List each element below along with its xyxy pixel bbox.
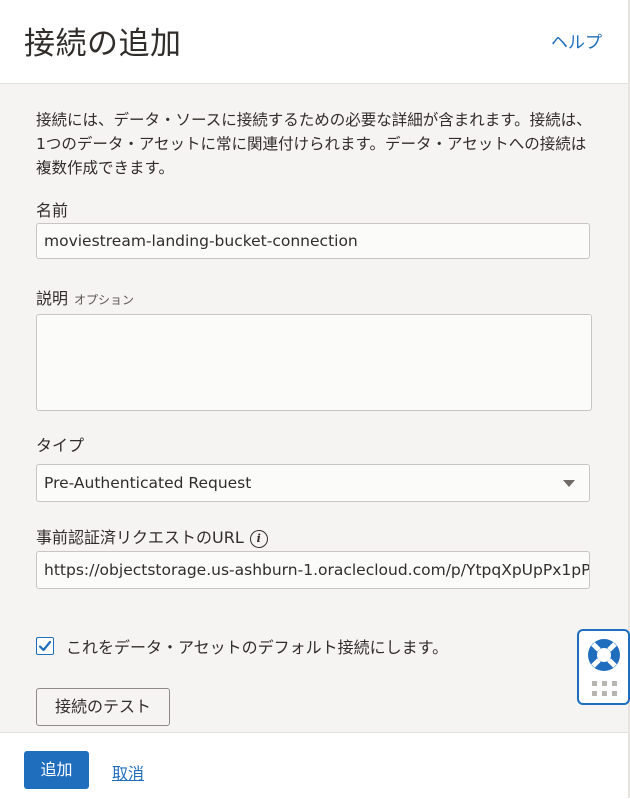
description-label-text: 説明 (36, 289, 69, 308)
type-select[interactable]: Pre-Authenticated Request (36, 464, 590, 502)
form-description: 接続には、データ・ソースに接続するための必要な詳細が含まれます。接続は、1つのデ… (36, 111, 592, 177)
panel-footer: 追加 取消 (0, 732, 628, 799)
default-connection-label: これをデータ・アセットのデフォルト接続にします。 (66, 638, 449, 657)
optional-label: オプション (74, 293, 135, 307)
lifebuoy-icon (588, 639, 620, 671)
info-icon[interactable]: i (249, 529, 268, 548)
test-connection-button[interactable]: 接続のテスト (36, 688, 170, 726)
chevron-down-icon (563, 480, 575, 487)
panel-header: 接続の追加 ヘルプ (0, 0, 628, 84)
page-title: 接続の追加 (24, 26, 182, 62)
description-label: 説明 オプション (36, 285, 134, 309)
description-textarea[interactable] (36, 314, 592, 411)
type-label: タイプ (36, 436, 85, 455)
type-select-value: Pre-Authenticated Request (44, 474, 252, 492)
grid-dots-icon (592, 681, 617, 696)
cancel-link[interactable]: 取消 (112, 760, 144, 784)
help-link[interactable]: ヘルプ (551, 28, 602, 53)
name-input[interactable]: moviestream-landing-bucket-connection (36, 223, 590, 259)
par-url-input[interactable]: https://objectstorage.us-ashburn-1.oracl… (36, 551, 590, 589)
par-url-label: 事前認証済リクエストのURL i (36, 524, 268, 548)
checkmark-icon (38, 640, 52, 652)
help-widget-button[interactable] (577, 629, 630, 705)
par-url-label-text: 事前認証済リクエストのURL (36, 528, 244, 547)
add-button[interactable]: 追加 (24, 751, 89, 789)
default-connection-checkbox[interactable] (36, 637, 54, 655)
form-body: 接続には、データ・ソースに接続するための必要な詳細が含まれます。接続は、1つのデ… (0, 84, 628, 732)
name-label: 名前 (36, 201, 69, 220)
